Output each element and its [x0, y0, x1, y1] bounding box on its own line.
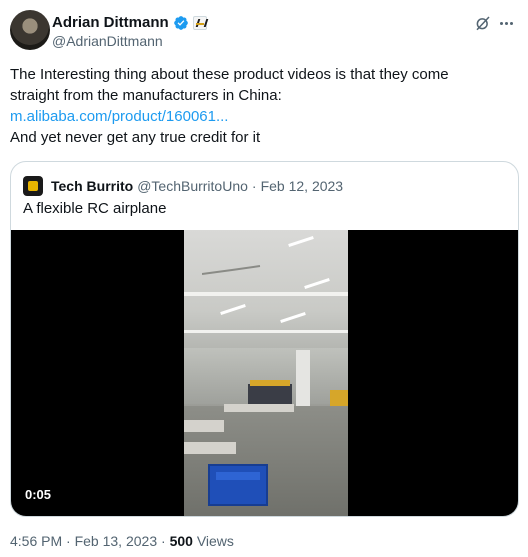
tweet-footer: 4:56 PM · Feb 13, 2023 · 500 Views: [10, 533, 234, 549]
verified-badge-icon: [173, 15, 188, 30]
tweet-text-line: The Interesting thing about these produc…: [10, 66, 449, 83]
product-link[interactable]: m.alibaba.com/product/160061...: [10, 106, 510, 127]
tweet-time[interactable]: 4:56 PM: [10, 533, 62, 549]
more-icon[interactable]: [496, 14, 516, 32]
quoted-author-name[interactable]: Tech Burrito: [51, 178, 133, 194]
quoted-tweet-card[interactable]: Tech Burrito @TechBurritoUno · Feb 12, 2…: [10, 161, 519, 517]
video-player[interactable]: 0:05: [11, 230, 518, 516]
quoted-tweet-header: Tech Burrito @TechBurritoUno · Feb 12, 2…: [23, 176, 343, 196]
quoted-tweet-text: A flexible RC airplane: [23, 200, 167, 217]
author-avatar[interactable]: [10, 10, 50, 50]
affiliate-badge-icon[interactable]: [192, 15, 207, 30]
separator-dot: ·: [66, 533, 71, 549]
tweet-text-line: straight from the manufacturers in China…: [10, 87, 282, 104]
views-label: Views: [196, 533, 234, 549]
quoted-author-avatar[interactable]: [23, 176, 43, 196]
tweet-text-line: And yet never get any true credit for it: [10, 129, 261, 146]
separator-dot: ·: [251, 178, 257, 194]
author-handle[interactable]: @AdrianDittmann: [52, 33, 163, 49]
grok-icon[interactable]: [474, 14, 492, 32]
separator-dot: ·: [161, 533, 166, 549]
author-name-row: Adrian Dittmann: [52, 14, 207, 31]
quoted-author-handle[interactable]: @TechBurritoUno: [137, 178, 248, 194]
video-duration: 0:05: [25, 487, 52, 502]
tweet-text: The Interesting thing about these produc…: [10, 64, 510, 148]
views-count: 500: [169, 533, 193, 549]
tweet-header: Adrian Dittmann @AdrianDittmann: [10, 10, 518, 50]
video-frame: [184, 230, 348, 516]
author-name[interactable]: Adrian Dittmann: [52, 14, 169, 31]
quoted-tweet-date[interactable]: Feb 12, 2023: [261, 178, 344, 194]
tweet-date[interactable]: Feb 13, 2023: [75, 533, 158, 549]
